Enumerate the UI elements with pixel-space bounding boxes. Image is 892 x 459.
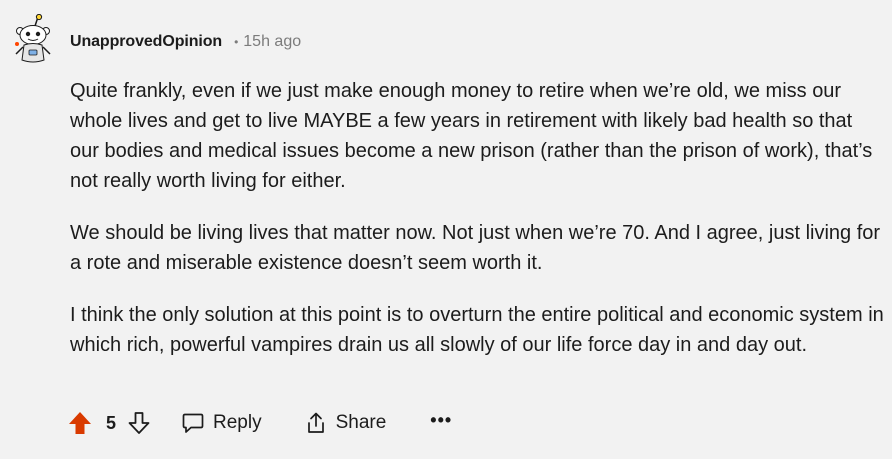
reply-label: Reply: [213, 412, 262, 433]
downvote-arrow-icon: [128, 412, 150, 434]
timestamp[interactable]: 15h ago: [243, 33, 301, 51]
vote-score: 5: [106, 412, 117, 433]
comment-body: Quite frankly, even if we just make enou…: [70, 76, 885, 382]
more-options-button[interactable]: •••: [430, 411, 452, 431]
reply-button[interactable]: Reply: [181, 411, 262, 435]
avatar[interactable]: [11, 13, 55, 66]
comment-header: UnapprovedOpinion • 15h ago: [70, 31, 301, 53]
upvote-button[interactable]: [66, 409, 94, 437]
share-button[interactable]: Share: [304, 411, 387, 435]
comment-paragraph: I think the only solution at this point …: [70, 304, 884, 356]
meta-separator: •: [234, 35, 239, 49]
share-icon: [307, 412, 324, 433]
comment-action-bar: 5 Reply Share •••: [66, 405, 452, 441]
comment-paragraph: We should be living lives that matter no…: [70, 222, 881, 274]
snoo-avatar-icon: [15, 13, 51, 63]
share-label: Share: [335, 412, 387, 433]
comment-card: UnapprovedOpinion • 15h ago Quite frankl…: [0, 0, 892, 459]
comment-paragraph: Quite frankly, even if we just make enou…: [70, 80, 873, 192]
downvote-button[interactable]: [125, 409, 153, 437]
username-link[interactable]: UnapprovedOpinion: [70, 33, 222, 51]
speech-bubble-icon: [182, 413, 204, 433]
upvote-arrow-icon: [69, 412, 91, 434]
